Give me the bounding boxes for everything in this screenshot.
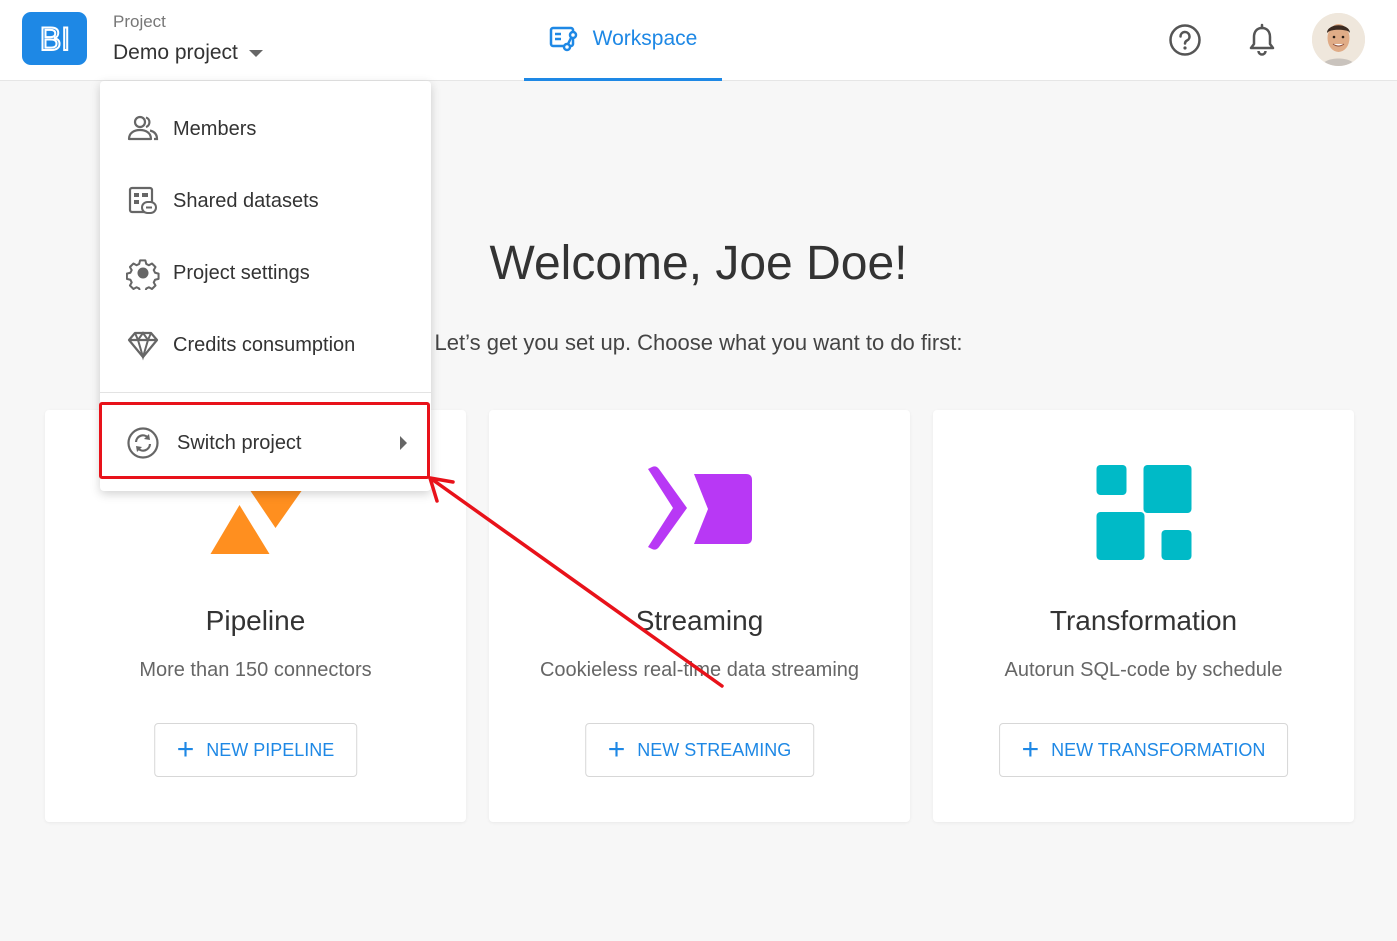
- menu-item-members-label: Members: [173, 117, 257, 140]
- workspace-icon: [549, 26, 577, 52]
- project-name: Demo project: [113, 41, 238, 64]
- diamond-icon: [127, 331, 159, 361]
- menu-item-members[interactable]: Members: [100, 99, 431, 159]
- plus-icon: +: [176, 733, 195, 766]
- pipeline-description: More than 150 connectors: [139, 659, 372, 681]
- streaming-title: Streaming: [635, 605, 764, 636]
- plus-icon: +: [1021, 733, 1040, 766]
- streaming-description: Cookieless real-time data streaming: [539, 659, 860, 681]
- streaming-icon: [647, 466, 752, 550]
- transformation-description: Autorun SQL-code by schedule: [1004, 659, 1283, 681]
- new-pipeline-button[interactable]: + NEW PIPELINE: [153, 723, 358, 777]
- streaming-card: Streaming Cookieless real-time data stre…: [489, 410, 910, 822]
- bi-logo[interactable]: BI: [22, 12, 87, 65]
- new-transformation-button[interactable]: + NEW TRANSFORMATION: [998, 723, 1289, 777]
- pipeline-title: Pipeline: [205, 605, 306, 636]
- transformation-icon: [1096, 465, 1191, 560]
- menu-item-project-settings-label: Project settings: [173, 261, 310, 284]
- project-label: Project: [113, 12, 166, 31]
- members-icon: [127, 115, 159, 141]
- menu-item-credits-consumption-label: Credits consumption: [173, 333, 356, 356]
- menu-item-project-settings[interactable]: Project settings: [100, 243, 431, 303]
- project-selector[interactable]: Project Demo project: [113, 12, 263, 65]
- plus-icon: +: [607, 733, 626, 766]
- menu-item-shared-datasets[interactable]: Shared datasets: [100, 171, 431, 231]
- avatar[interactable]: [1312, 13, 1365, 66]
- shared-datasets-icon: [128, 186, 157, 214]
- menu-item-switch-project-label: Switch project: [177, 431, 302, 454]
- bi-logo-icon: BI: [38, 23, 70, 55]
- new-streaming-label: NEW STREAMING: [637, 739, 792, 760]
- switch-icon: [127, 427, 159, 459]
- project-dropdown-menu: Members Shared datasets Project settings…: [100, 81, 431, 491]
- transformation-card: Transformation Autorun SQL-code by sched…: [933, 410, 1354, 822]
- new-streaming-button[interactable]: + NEW STREAMING: [584, 723, 815, 777]
- bell-icon[interactable]: [1247, 23, 1277, 57]
- top-bar: BI Project Demo project Workspace: [0, 0, 1397, 81]
- user-avatar-icon: [1312, 13, 1365, 66]
- menu-item-shared-datasets-label: Shared datasets: [173, 189, 319, 212]
- tab-workspace[interactable]: Workspace: [524, 0, 722, 81]
- gear-icon: [126, 259, 160, 290]
- svg-text:BI: BI: [39, 23, 69, 55]
- new-transformation-label: NEW TRANSFORMATION: [1051, 739, 1266, 760]
- transformation-title: Transformation: [1049, 605, 1238, 636]
- tab-workspace-label: Workspace: [592, 27, 698, 50]
- chevron-down-icon: [248, 49, 263, 57]
- project-name-dropdown[interactable]: Demo project: [113, 41, 263, 65]
- help-icon[interactable]: [1168, 23, 1202, 57]
- chevron-right-icon: [400, 436, 407, 450]
- new-pipeline-label: NEW PIPELINE: [206, 739, 335, 760]
- menu-divider: [100, 392, 431, 393]
- menu-item-switch-project[interactable]: Switch project: [100, 413, 431, 473]
- menu-item-credits-consumption[interactable]: Credits consumption: [100, 315, 431, 375]
